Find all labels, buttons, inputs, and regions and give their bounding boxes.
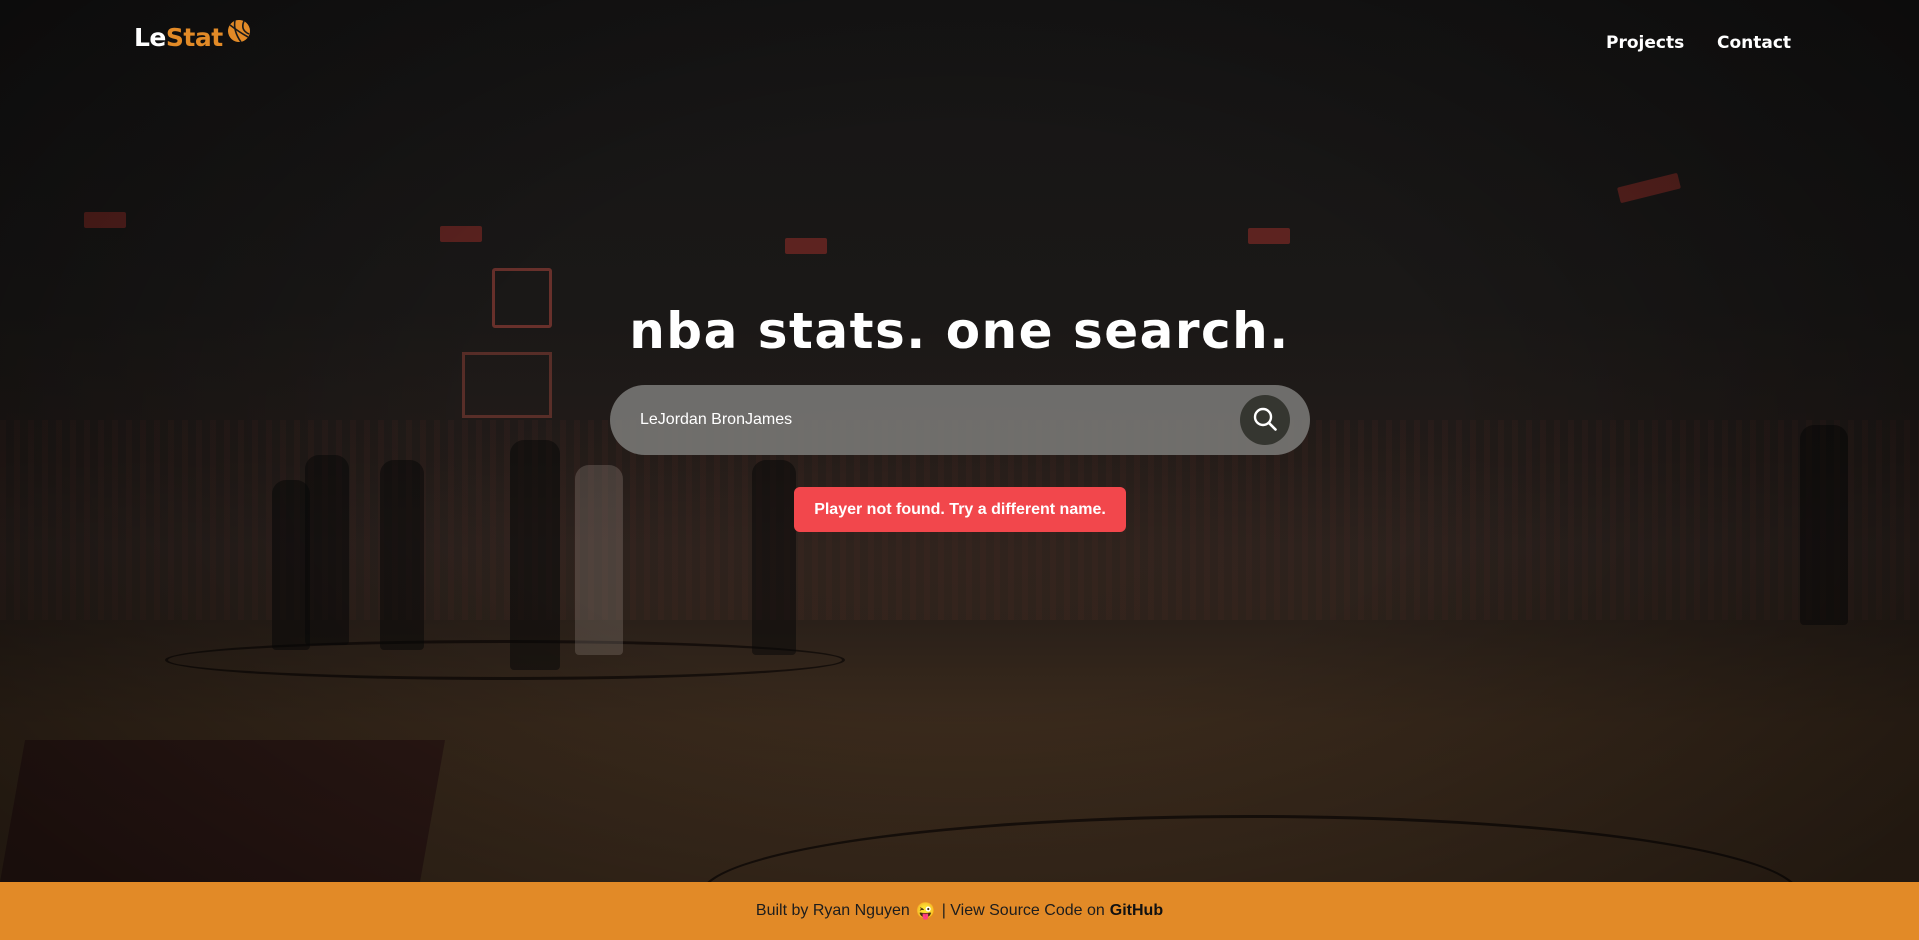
github-link[interactable]: GitHub xyxy=(1110,902,1163,920)
footer-built-by: Built by Ryan Nguyen xyxy=(755,902,910,919)
winking-tongue-emoji: 😜 xyxy=(915,903,936,920)
logo-text-stat: Stat xyxy=(165,22,223,52)
footer: Built by Ryan Nguyen 😜 | View Source Cod… xyxy=(0,882,1919,940)
hero-headline: nba stats. one search. xyxy=(629,302,1290,360)
error-message: Player not found. Try a different name. xyxy=(814,500,1106,518)
player-not-found-alert: Player not found. Try a different name. xyxy=(794,487,1126,532)
nav-link-projects[interactable]: Projects xyxy=(1606,33,1684,53)
search-input[interactable] xyxy=(640,385,1200,455)
search-icon xyxy=(1252,406,1278,435)
search-button[interactable] xyxy=(1240,395,1290,445)
basketball-icon xyxy=(224,16,254,52)
search-bar xyxy=(610,385,1310,455)
nav-link-contact[interactable]: Contact xyxy=(1717,33,1791,53)
lestat-logo[interactable]: Le Stat xyxy=(134,19,254,52)
logo-text-le: Le xyxy=(134,22,166,52)
footer-source-text: | View Source Code on xyxy=(941,902,1105,919)
